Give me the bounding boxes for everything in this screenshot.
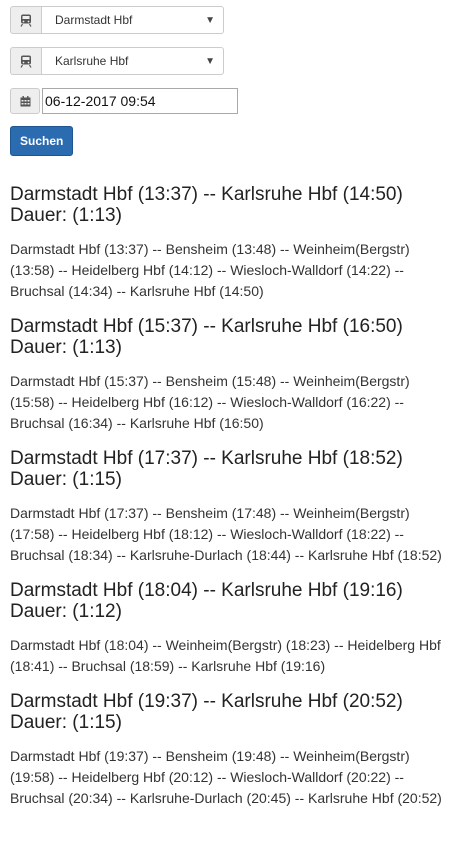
- calendar-icon: [10, 88, 40, 114]
- from-station-select[interactable]: Darmstadt Hbf ▼: [10, 6, 224, 34]
- connection-result: Darmstadt Hbf (19:37) -- Karlsruhe Hbf (…: [10, 691, 443, 809]
- connection-stops: Darmstadt Hbf (18:04) -- Weinheim(Bergst…: [10, 637, 441, 674]
- connection-summary: Darmstadt Hbf (15:37) -- Karlsruhe Hbf (…: [10, 316, 403, 337]
- to-station-value: Karlsruhe Hbf: [55, 54, 129, 68]
- connection-result: Darmstadt Hbf (13:37) -- Karlsruhe Hbf (…: [10, 184, 443, 302]
- connection-header: Darmstadt Hbf (15:37) -- Karlsruhe Hbf (…: [10, 316, 443, 358]
- connection-header: Darmstadt Hbf (19:37) -- Karlsruhe Hbf (…: [10, 691, 443, 733]
- to-station-select[interactable]: Karlsruhe Hbf ▼: [10, 47, 224, 75]
- from-station-dropdown[interactable]: Darmstadt Hbf ▼: [42, 6, 224, 34]
- connection-header: Darmstadt Hbf (13:37) -- Karlsruhe Hbf (…: [10, 184, 443, 226]
- connection-duration: Dauer: (1:12): [10, 601, 122, 622]
- connection-stops: Darmstadt Hbf (19:37) -- Bensheim (19:48…: [10, 748, 442, 806]
- train-icon: [10, 6, 42, 34]
- connection-duration: Dauer: (1:15): [10, 469, 122, 490]
- datetime-input[interactable]: [42, 88, 238, 114]
- page: Darmstadt Hbf ▼ Karlsruhe Hbf ▼ 06-12-20…: [0, 0, 452, 809]
- connection-header: Darmstadt Hbf (18:04) -- Karlsruhe Hbf (…: [10, 580, 443, 622]
- to-station-dropdown[interactable]: Karlsruhe Hbf ▼: [42, 47, 224, 75]
- connection-duration: Dauer: (1:13): [10, 205, 122, 226]
- connection-summary: Darmstadt Hbf (19:37) -- Karlsruhe Hbf (…: [10, 691, 403, 712]
- connection-stops: Darmstadt Hbf (13:37) -- Bensheim (13:48…: [10, 241, 410, 299]
- from-station-value: Darmstadt Hbf: [55, 13, 133, 27]
- results-list: Darmstadt Hbf (13:37) -- Karlsruhe Hbf (…: [10, 184, 443, 809]
- connection-stops: Darmstadt Hbf (15:37) -- Bensheim (15:48…: [10, 373, 410, 431]
- connection-stops: Darmstadt Hbf (17:37) -- Bensheim (17:48…: [10, 505, 442, 563]
- connection-header: Darmstadt Hbf (17:37) -- Karlsruhe Hbf (…: [10, 448, 443, 490]
- connection-duration: Dauer: (1:15): [10, 712, 122, 733]
- caret-down-icon: ▼: [205, 55, 215, 67]
- connection-result: Darmstadt Hbf (17:37) -- Karlsruhe Hbf (…: [10, 448, 443, 566]
- search-button[interactable]: Suchen: [10, 126, 74, 156]
- train-icon: [10, 47, 42, 75]
- connection-duration: Dauer: (1:13): [10, 337, 122, 358]
- connection-summary: Darmstadt Hbf (17:37) -- Karlsruhe Hbf (…: [10, 448, 403, 469]
- caret-down-icon: ▼: [205, 14, 215, 26]
- connection-result: Darmstadt Hbf (15:37) -- Karlsruhe Hbf (…: [10, 316, 443, 434]
- connection-result: Darmstadt Hbf (18:04) -- Karlsruhe Hbf (…: [10, 580, 443, 677]
- datetime-row: [10, 88, 443, 114]
- connection-summary: Darmstadt Hbf (13:37) -- Karlsruhe Hbf (…: [10, 184, 403, 205]
- connection-summary: Darmstadt Hbf (18:04) -- Karlsruhe Hbf (…: [10, 580, 403, 601]
